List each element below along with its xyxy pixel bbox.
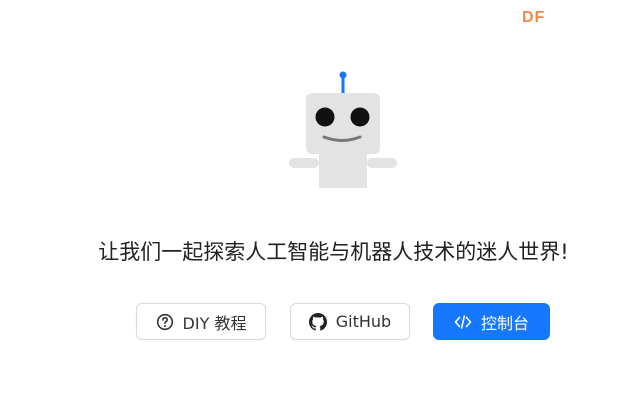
hero-tagline: 让我们一起探索人工智能与机器人技术的迷人世界! [98, 240, 569, 264]
robot-right-eye [350, 107, 370, 127]
page: DF 让我们一起探索人工智能与机器人技术的迷人世界! DIY 教程 GitHub… [0, 0, 631, 403]
console-label: 控制台 [480, 313, 529, 333]
diy-tutorial-label: DIY 教程 [182, 313, 247, 333]
watermark-logo: DF [522, 9, 546, 26]
robot-antenna-tip [339, 71, 347, 79]
robot-left-eye [315, 107, 335, 127]
github-icon [308, 312, 327, 331]
github-label: GitHub [335, 312, 392, 331]
github-button[interactable]: GitHub [290, 303, 410, 340]
code-icon [454, 313, 472, 331]
robot-head [306, 93, 380, 154]
diy-tutorial-button[interactable]: DIY 教程 [136, 303, 266, 340]
question-circle-icon [156, 313, 174, 331]
robot-body [319, 154, 367, 188]
robot-left-arm [289, 158, 319, 168]
console-button[interactable]: 控制台 [433, 303, 550, 340]
robot-right-arm [367, 158, 397, 168]
robot-mascot-illustration [289, 71, 397, 188]
